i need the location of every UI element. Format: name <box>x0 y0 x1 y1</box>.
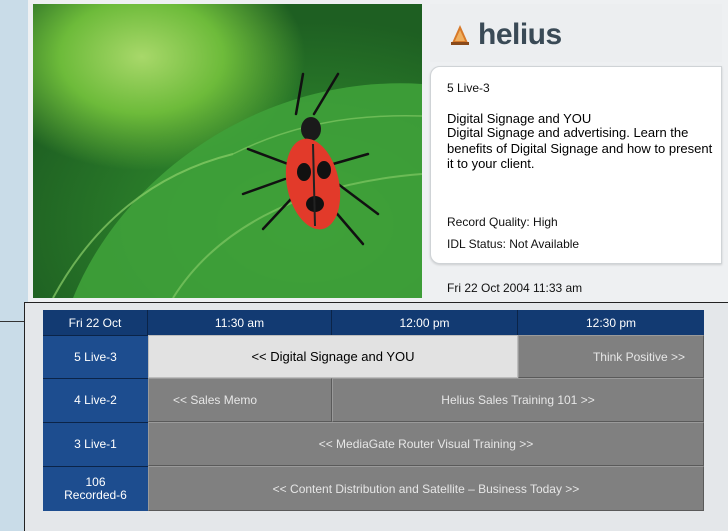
idl-status: IDL Status: Not Available <box>447 237 580 251</box>
program-sales-training-101[interactable]: Helius Sales Training 101 >> <box>332 378 704 422</box>
channel-106-recorded-6[interactable]: 106 Recorded-6 <box>43 466 148 511</box>
guide-date: Fri 22 Oct <box>43 310 148 335</box>
bug-on-leaf-image <box>52 72 422 298</box>
program-info-card: 5 Live-3 Digital Signage and YOU Digital… <box>430 66 722 264</box>
brand-header: helius <box>430 4 722 62</box>
program-think-positive[interactable]: Think Positive >> <box>518 335 704 378</box>
channel-label: Recorded-6 <box>64 488 127 502</box>
channel-name: 5 Live-3 <box>447 81 490 95</box>
program-guide-grid: Fri 22 Oct 11:30 am 12:00 pm 12:30 pm 5 … <box>43 310 704 511</box>
channel-3-live-1[interactable]: 3 Live-1 <box>43 422 148 466</box>
channel-4-live-2[interactable]: 4 Live-2 <box>43 378 148 422</box>
record-quality: Record Quality: High <box>447 215 558 229</box>
channel-5-live-3[interactable]: 5 Live-3 <box>43 335 148 378</box>
program-sales-memo[interactable]: << Sales Memo <box>148 378 332 422</box>
program-title: Digital Signage and YOU <box>447 111 592 126</box>
program-digital-signage[interactable]: << Digital Signage and YOU <box>148 335 518 378</box>
helius-logo-icon <box>451 25 469 45</box>
current-datetime: Fri 22 Oct 2004 11:33 am <box>447 281 583 295</box>
program-description: Digital Signage and advertising. Learn t… <box>447 125 713 171</box>
time-slot-2: 12:00 pm <box>332 310 518 335</box>
time-slot-3: 12:30 pm <box>518 310 704 335</box>
video-preview <box>33 4 422 298</box>
program-mediagate-training[interactable]: << MediaGate Router Visual Training >> <box>148 422 704 466</box>
divider-line <box>0 321 24 322</box>
brand-logo: helius <box>448 18 562 52</box>
time-slot-1: 11:30 am <box>148 310 332 335</box>
brand-name: helius <box>478 18 562 51</box>
program-content-distribution[interactable]: << Content Distribution and Satellite – … <box>148 466 704 511</box>
